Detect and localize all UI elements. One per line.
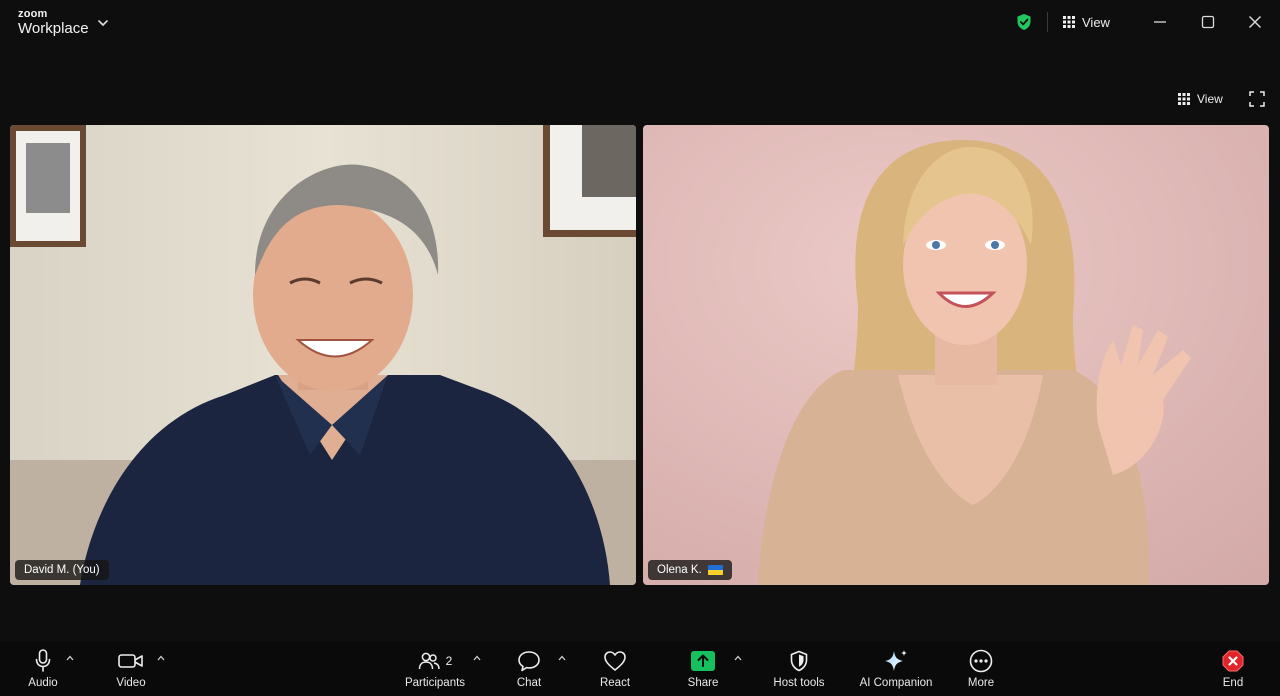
ai-companion-button[interactable]: AI Companion [857, 648, 935, 692]
fullscreen-icon[interactable] [1249, 91, 1265, 107]
video-tile-participant[interactable]: Olena K. [643, 125, 1269, 585]
end-meeting-button[interactable]: End [1214, 648, 1252, 692]
ukraine-flag-icon [707, 565, 723, 575]
participant-video-feed [643, 125, 1269, 585]
react-label: React [599, 677, 631, 689]
brand-logo-text: zoom [18, 8, 48, 20]
end-call-icon [1222, 650, 1244, 672]
video-tile-self[interactable]: David M. (You) [10, 125, 636, 585]
minimize-icon[interactable] [1151, 13, 1169, 31]
app-brand-menu[interactable]: zoom Workplace [18, 8, 89, 38]
heart-icon [604, 651, 626, 671]
chat-bubble-icon [518, 651, 540, 672]
titlebar-divider [1047, 12, 1048, 32]
chat-button[interactable]: Chat [512, 648, 546, 692]
participant-name-tag: David M. (You) [15, 560, 109, 580]
share-screen-icon [691, 651, 715, 671]
chat-options-caret-icon[interactable] [557, 654, 567, 662]
share-options-caret-icon[interactable] [733, 654, 743, 662]
host-tools-button[interactable]: Host tools [769, 648, 829, 692]
host-tools-label: Host tools [773, 677, 825, 689]
participant-name-tag: Olena K. [648, 560, 732, 580]
close-icon[interactable] [1246, 13, 1264, 31]
video-button[interactable]: Video [112, 648, 150, 692]
audio-label: Audio [28, 677, 58, 689]
more-label: More [967, 677, 995, 689]
participants-icon [418, 652, 440, 670]
sparkle-icon [885, 650, 907, 671]
audio-button[interactable]: Audio [24, 648, 62, 692]
shield-icon [790, 650, 808, 672]
end-label: End [1222, 677, 1244, 689]
shield-check-icon[interactable] [1016, 13, 1032, 31]
brand-product-name: Workplace [18, 20, 89, 37]
video-options-caret-icon[interactable] [156, 654, 166, 662]
grid-icon [1063, 16, 1075, 28]
participant-video-feed [10, 125, 636, 585]
participant-name: David M. (You) [24, 564, 100, 576]
more-button[interactable]: More [962, 648, 1000, 692]
participants-options-caret-icon[interactable] [472, 654, 482, 662]
chat-label: Chat [516, 677, 542, 689]
participant-name: Olena K. [657, 564, 702, 576]
gallery-view-button[interactable]: View [1178, 92, 1223, 106]
meeting-toolbar: Audio Video 2 Participants Chat React Sh… [0, 642, 1280, 696]
microphone-icon [35, 649, 51, 672]
share-screen-button[interactable]: Share [684, 648, 722, 692]
share-label: Share [687, 677, 719, 689]
participants-button[interactable]: 2 Participants [403, 648, 467, 692]
more-options-icon [969, 649, 993, 673]
participants-label: Participants [404, 677, 466, 689]
chevron-down-icon[interactable] [96, 16, 110, 30]
title-bar: zoom Workplace View [0, 0, 1280, 44]
view-button[interactable]: View [1063, 13, 1110, 31]
grid-icon [1178, 93, 1190, 105]
audio-options-caret-icon[interactable] [65, 654, 75, 662]
participants-count: 2 [445, 654, 453, 668]
video-camera-icon [118, 654, 143, 668]
video-label: Video [116, 677, 146, 689]
view-label: View [1082, 14, 1110, 30]
maximize-icon[interactable] [1199, 13, 1217, 31]
react-button[interactable]: React [596, 648, 634, 692]
gallery-view-label: View [1197, 92, 1223, 106]
ai-companion-label: AI Companion [859, 677, 933, 689]
